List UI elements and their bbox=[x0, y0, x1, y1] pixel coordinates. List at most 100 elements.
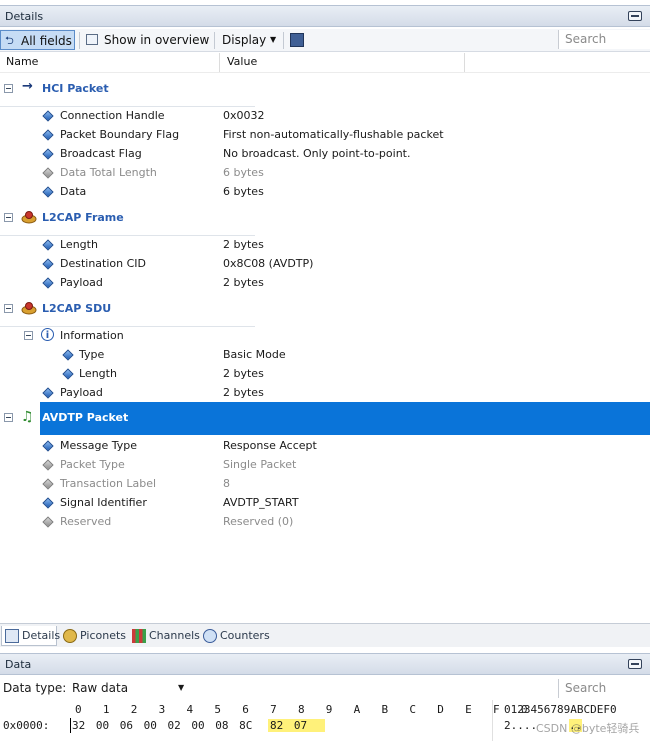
tree-row[interactable]: Length 2 bytes bbox=[0, 364, 650, 383]
tree-row[interactable]: Type Basic Mode bbox=[0, 345, 650, 364]
panel-tabs: Details Piconets Channels Counters bbox=[0, 623, 650, 647]
tree-row[interactable]: Payload 2 bytes bbox=[0, 273, 650, 292]
field-value: Response Accept bbox=[223, 439, 317, 452]
tab-details[interactable]: Details bbox=[1, 626, 60, 646]
tree-row[interactable]: Reserved Reserved (0) bbox=[0, 512, 650, 531]
tree-row[interactable]: Packet Boundary Flag First non-automatic… bbox=[0, 125, 650, 144]
tab-channels[interactable]: Channels bbox=[129, 626, 200, 646]
display-dropdown-button[interactable]: Display ▼ bbox=[220, 30, 282, 50]
field-value: Reserved (0) bbox=[223, 515, 294, 528]
field-value: No broadcast. Only point-to-point. bbox=[223, 147, 411, 160]
tree-row[interactable]: Connection Handle 0x0032 bbox=[0, 106, 650, 125]
section-l2cap-frame[interactable]: L2CAP Frame bbox=[0, 208, 650, 236]
panel-minimize-icon[interactable] bbox=[628, 11, 642, 21]
toolbar-separator bbox=[283, 32, 284, 49]
field-name: Broadcast Flag bbox=[60, 147, 142, 160]
collapse-icon[interactable] bbox=[4, 304, 13, 313]
tree-row[interactable]: Message Type Response Accept bbox=[0, 436, 650, 455]
all-fields-label: All fields bbox=[21, 34, 72, 48]
field-icon bbox=[62, 349, 74, 361]
section-avdtp-packet[interactable]: ♫ AVDTP Packet bbox=[0, 402, 650, 435]
l2cap-frame-icon bbox=[21, 210, 37, 226]
save-button[interactable] bbox=[289, 30, 307, 50]
data-search-placeholder: Search bbox=[565, 681, 607, 695]
tab-piconets[interactable]: Piconets bbox=[60, 626, 126, 646]
ascii-bytes: 2.... bbox=[504, 719, 538, 732]
collapse-icon[interactable] bbox=[4, 413, 13, 422]
tree-row[interactable]: Destination CID 0x8C08 (AVDTP) bbox=[0, 254, 650, 273]
field-value: Basic Mode bbox=[223, 348, 286, 361]
field-icon bbox=[42, 148, 54, 160]
field-value: 6 bytes bbox=[223, 185, 264, 198]
panel-minimize-icon[interactable] bbox=[628, 659, 642, 669]
field-name: Signal Identifier bbox=[60, 496, 147, 509]
collapse-icon[interactable] bbox=[4, 213, 13, 222]
details-search-input[interactable]: Search bbox=[558, 30, 650, 49]
section-hci-packet[interactable]: → HCI Packet bbox=[0, 79, 650, 107]
field-icon bbox=[42, 258, 54, 270]
field-value: 6 bytes bbox=[223, 166, 264, 179]
data-search-input[interactable]: Search bbox=[558, 679, 650, 698]
details-tab-icon bbox=[5, 629, 19, 643]
show-in-overview-button[interactable]: Show in overview bbox=[84, 30, 210, 50]
hex-bytes-highlighted: 82 07 bbox=[268, 719, 326, 732]
column-header-row: Name Value bbox=[0, 53, 650, 73]
field-name: Packet Type bbox=[60, 458, 125, 471]
details-toolbar: ⮌ All fields Show in overview Display ▼ … bbox=[0, 29, 650, 52]
field-icon bbox=[42, 239, 54, 251]
field-icon bbox=[42, 129, 54, 141]
tree-row[interactable]: Data 6 bytes bbox=[0, 182, 650, 201]
selection-highlight bbox=[40, 402, 650, 435]
field-name: Connection Handle bbox=[60, 109, 165, 122]
l2cap-sdu-icon bbox=[21, 301, 37, 317]
tree-row[interactable]: Packet Type Single Packet bbox=[0, 455, 650, 474]
all-fields-button[interactable]: ⮌ All fields bbox=[0, 30, 75, 50]
column-divider[interactable] bbox=[219, 53, 220, 72]
field-value: First non-automatically-flushable packet bbox=[223, 128, 444, 141]
data-panel-titlebar: Data bbox=[0, 653, 650, 675]
data-type-select[interactable]: Raw data ▼ bbox=[67, 678, 189, 698]
section-label: HCI Packet bbox=[42, 82, 109, 95]
expand-all-icon: ⮌ bbox=[5, 34, 14, 47]
hex-bytes: 32 00 06 00 02 00 08 8C bbox=[72, 719, 253, 732]
field-value: 0x0032 bbox=[223, 109, 265, 122]
tree-row[interactable]: Transaction Label 8 bbox=[0, 474, 650, 493]
field-icon bbox=[42, 440, 54, 452]
field-value: AVDTP_START bbox=[223, 496, 299, 509]
field-icon bbox=[62, 368, 74, 380]
data-type-value: Raw data bbox=[72, 681, 129, 695]
piconets-icon bbox=[63, 629, 77, 643]
tab-counters[interactable]: Counters bbox=[200, 626, 270, 646]
field-icon bbox=[42, 478, 54, 490]
tree-row[interactable]: Length 2 bytes bbox=[0, 235, 650, 254]
details-panel-title: Details bbox=[5, 10, 44, 23]
tree-row[interactable]: Broadcast Flag No broadcast. Only point-… bbox=[0, 144, 650, 163]
tree-row-information[interactable]: i Information bbox=[0, 326, 650, 345]
section-l2cap-sdu[interactable]: L2CAP SDU bbox=[0, 299, 650, 327]
overview-icon bbox=[86, 34, 98, 45]
field-value: 2 bytes bbox=[223, 367, 264, 380]
data-type-label: Data type: bbox=[3, 681, 67, 695]
field-name: Transaction Label bbox=[60, 477, 157, 490]
field-value: 2 bytes bbox=[223, 386, 264, 399]
tree-row[interactable]: Signal Identifier AVDTP_START bbox=[0, 493, 650, 512]
hex-column-header: 0 1 2 3 4 5 6 7 8 9 A B C D E F 0 bbox=[75, 703, 528, 716]
tree-row[interactable]: Payload 2 bytes bbox=[0, 383, 650, 402]
collapse-icon[interactable] bbox=[4, 84, 13, 93]
hex-view[interactable]: 0 1 2 3 4 5 6 7 8 9 A B C D E F 0 012345… bbox=[0, 700, 650, 741]
field-icon bbox=[42, 110, 54, 122]
details-panel-titlebar: Details bbox=[0, 5, 650, 27]
column-header-name[interactable]: Name bbox=[6, 55, 38, 68]
tree-row[interactable]: Data Total Length 6 bytes bbox=[0, 163, 650, 182]
details-search-placeholder: Search bbox=[565, 32, 607, 46]
display-label: Display bbox=[222, 33, 267, 47]
arrow-right-icon: → bbox=[22, 79, 33, 94]
field-icon bbox=[42, 387, 54, 399]
collapse-icon[interactable] bbox=[24, 331, 33, 340]
field-name: Payload bbox=[60, 386, 103, 399]
toolbar-separator bbox=[214, 32, 215, 49]
column-divider[interactable] bbox=[464, 53, 465, 72]
column-header-value[interactable]: Value bbox=[227, 55, 257, 68]
field-name: Information bbox=[60, 329, 124, 342]
info-icon: i bbox=[41, 328, 54, 341]
